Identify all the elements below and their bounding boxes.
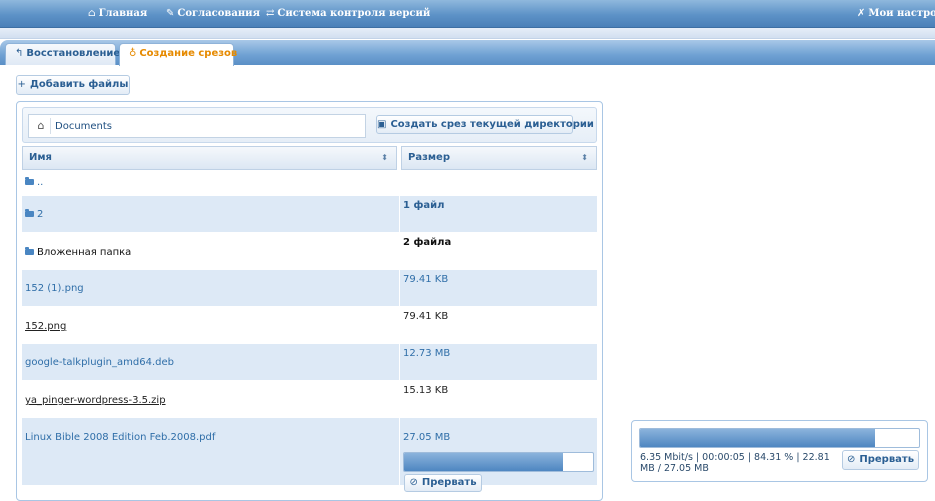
breadcrumb-current[interactable]: Documents: [55, 121, 112, 132]
breadcrumb: ⌂ Documents: [28, 114, 366, 138]
add-files-button[interactable]: + Добавить файлы: [16, 75, 130, 95]
sub-bar: [0, 28, 935, 39]
nav-vcs-label: Система контроля версий: [277, 8, 431, 19]
tab-restore[interactable]: ↰ Восстановление: [5, 43, 120, 65]
tab-create-slices[interactable]: ♁ Создание срезов: [119, 43, 238, 66]
cancel-icon: ⊘: [409, 477, 418, 488]
undo-icon: ↰: [15, 48, 24, 59]
upload-progress-fill: [640, 429, 876, 447]
row-size: 1 файл: [403, 200, 445, 211]
table-row[interactable]: 152.png 79.41 KB: [22, 306, 597, 344]
column-header-name-label: Имя: [29, 152, 52, 163]
cancel-icon: ⊘: [846, 454, 856, 465]
table-row[interactable]: ya_pinger-wordpress-3.5.zip 15.13 KB: [22, 380, 597, 418]
abort-button[interactable]: ⊘ Прервать: [842, 450, 919, 470]
tab-restore-label: Восстановление: [26, 48, 121, 59]
table-row[interactable]: ..: [22, 172, 597, 196]
nav-home-label: Главная: [98, 8, 148, 19]
home-icon[interactable]: ⌂: [32, 118, 51, 134]
column-divider: [399, 344, 400, 380]
tab-create-slices-label: Создание срезов: [139, 48, 238, 59]
row-size: 27.05 MB: [403, 432, 451, 443]
table-row[interactable]: google-talkplugin_amd64.deb 12.73 MB: [22, 344, 597, 380]
lightbulb-icon: ♁: [129, 48, 137, 59]
nav-approvals-label: Согласования: [177, 8, 260, 19]
table-row[interactable]: 2 1 файл: [22, 196, 597, 232]
sort-icon: ⬍: [581, 153, 588, 162]
row-name-text: ..: [37, 177, 44, 188]
pencil-icon: ✎: [166, 8, 175, 19]
row-upload-progress-fill: [404, 453, 563, 471]
row-name[interactable]: 2: [25, 209, 43, 220]
row-name[interactable]: ..: [25, 177, 43, 188]
row-abort-label: Прервать: [421, 477, 477, 488]
plus-icon: +: [17, 79, 26, 90]
nav-vcs[interactable]: ⇄ Система контроля версий: [266, 8, 430, 19]
upload-progress: [639, 428, 920, 448]
nav-home[interactable]: ⌂ Главная: [88, 8, 147, 19]
nav-settings[interactable]: ✗Мои настройки: [857, 8, 935, 19]
folder-icon: [25, 209, 34, 217]
nav-approvals[interactable]: ✎ Согласования: [166, 8, 260, 19]
row-name[interactable]: ya_pinger-wordpress-3.5.zip: [25, 395, 166, 406]
create-slice-label: Создать срез текущей директории: [390, 119, 594, 130]
arrows-icon: ⇄: [266, 8, 275, 19]
row-size: 12.73 MB: [403, 348, 451, 359]
row-name-text: Вложенная папка: [37, 247, 132, 258]
top-nav-bar: ⌂ Главная ✎ Согласования ⇄ Система контроля…: [0, 0, 935, 28]
column-header-name[interactable]: Имя ⬍: [22, 146, 397, 170]
row-name[interactable]: Linux Bible 2008 Edition Feb.2008.pdf: [25, 432, 215, 443]
row-name[interactable]: Вложенная папка: [25, 247, 131, 258]
column-header-size-label: Размер: [408, 152, 451, 163]
create-slice-button[interactable]: ▣ Создать срез текущей директории: [376, 115, 594, 134]
folder-icon: [25, 247, 34, 255]
row-upload-progress: [403, 452, 594, 472]
column-divider: [399, 418, 400, 485]
row-name[interactable]: 152 (1).png: [25, 283, 84, 294]
row-size: 15.13 KB: [403, 385, 449, 396]
table-row[interactable]: Вложенная папка 2 файла: [22, 232, 597, 270]
column-divider: [399, 270, 400, 306]
home-icon: ⌂: [88, 8, 96, 19]
row-name-text: 2: [37, 209, 44, 220]
add-files-label: Добавить файлы: [29, 79, 129, 90]
table-row[interactable]: 152 (1).png 79.41 KB: [22, 270, 597, 306]
wrench-icon: ✗: [857, 8, 866, 19]
column-header-size[interactable]: Размер ⬍: [401, 146, 597, 170]
nav-settings-label: Мои настройки: [868, 8, 935, 19]
row-size: 79.41 KB: [403, 311, 449, 322]
row-name[interactable]: google-talkplugin_amd64.deb: [25, 357, 174, 368]
folder-open-icon: [25, 177, 34, 185]
row-abort-button[interactable]: ⊘ Прервать: [404, 474, 482, 492]
sort-icon: ⬍: [381, 153, 388, 162]
row-name[interactable]: 152.png: [25, 321, 66, 332]
abort-label: Прервать: [859, 454, 915, 465]
save-icon: ▣: [377, 119, 387, 130]
row-size: 79.41 KB: [403, 274, 449, 285]
column-divider: [399, 196, 400, 232]
row-size: 2 файла: [403, 237, 452, 248]
upload-stats: 6.35 Mbit/s | 00:00:05 | 84.31 % | 22.81…: [640, 452, 830, 474]
